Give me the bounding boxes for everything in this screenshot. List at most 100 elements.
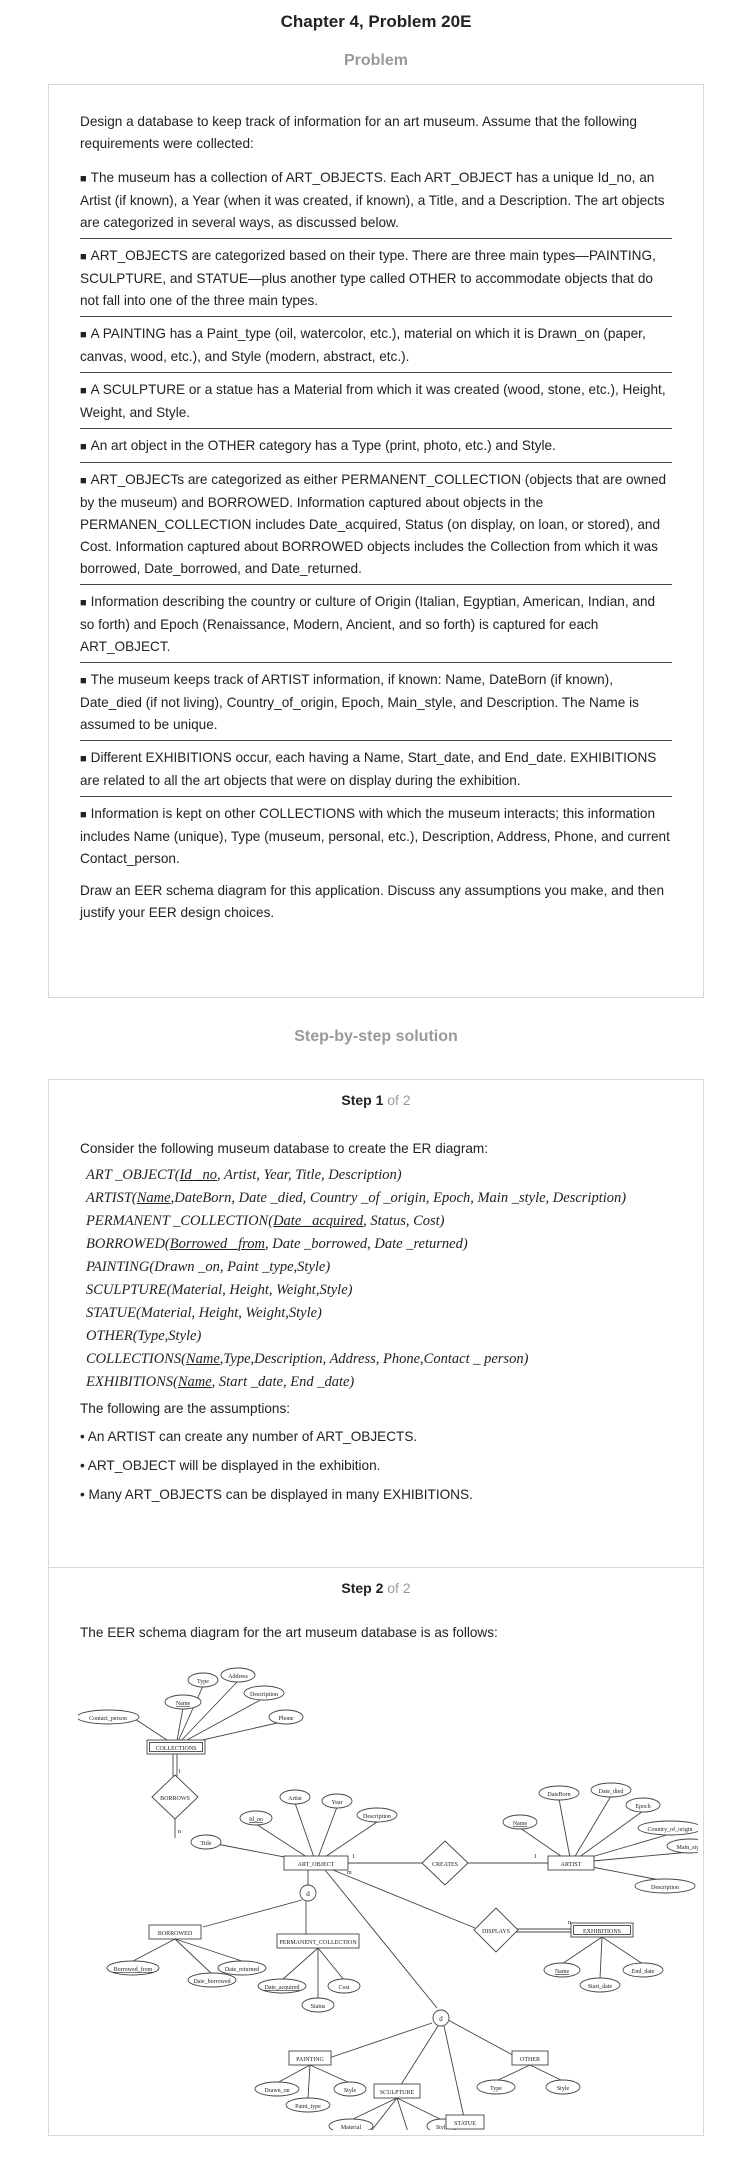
relation-text: ,DateBorn, Date _died, Country _of _orig… — [170, 1190, 627, 1206]
attribute-label: Style — [344, 2088, 357, 2094]
attribute-label: Type — [490, 2086, 502, 2092]
requirement-item: ■ ART_OBJECTS are categorized based on th… — [80, 239, 672, 317]
cardinality-label: m — [347, 1870, 352, 1876]
primary-key: Date _acquired — [273, 1213, 364, 1229]
requirement-item: ■ The museum keeps track of ARTIST inform… — [80, 663, 672, 741]
entity-label: OTHER — [520, 2057, 540, 2063]
relation-schema: PERMANENT _COLLECTION(Date _acquired, St… — [80, 1210, 672, 1233]
attribute-label: Description — [651, 1885, 679, 1891]
problem-card: Design a database to keep track of infor… — [48, 84, 704, 998]
primary-key: Name — [185, 1351, 220, 1367]
relation-text: PERMANENT _COLLECTION( — [86, 1213, 274, 1229]
requirements-list: ■ The museum has a collection of ART_OBJE… — [80, 161, 672, 874]
entity-label: ART_OBJECT — [298, 1862, 335, 1868]
solution-card: Step 1 of 2 Consider the following museu… — [48, 1079, 704, 2136]
requirement-text: ART_OBJECTS are categorized based on the… — [80, 248, 656, 308]
relation-schema: PAINTING(Drawn _on, Paint _type,Style) — [80, 1256, 672, 1279]
attribute-label: End_date — [632, 1969, 655, 1975]
attribute-label: Title — [200, 1841, 211, 1847]
primary-key: Borrowed _from — [169, 1236, 265, 1252]
relation-schema: ART _OBJECT(Id _no, Artist, Year, Title,… — [80, 1164, 672, 1187]
relation-schema: EXHIBITIONS(Name, Start _date, End _date… — [80, 1371, 672, 1394]
attribute-label: Country_of_origin — [648, 1826, 693, 1833]
assumptions-heading: The following are the assumptions: — [80, 1401, 291, 1416]
requirement-item: ■ Information describing the country or c… — [80, 585, 672, 663]
cardinality-label: 1 — [352, 1854, 355, 1860]
requirement-item: ■ Information is kept on other COLLECTION… — [80, 797, 672, 874]
relation-text: , Artist, Year, Title, Description) — [217, 1167, 402, 1183]
relation-text: COLLECTIONS( — [86, 1351, 186, 1367]
bullet-square-icon: ■ — [80, 809, 87, 821]
cardinality-label: 1 — [178, 1769, 181, 1775]
relation-text: , Date _borrowed, Date _returned) — [264, 1236, 468, 1252]
entity-label: COLLECTIONS — [156, 1746, 197, 1752]
step-1-label: Step 1 — [341, 1092, 384, 1108]
attribute-label: Type — [197, 1679, 209, 1685]
relation-text: ARTIST( — [86, 1190, 137, 1206]
bullet-square-icon: ■ — [80, 329, 87, 341]
relation-schema: STATUE(Material, Height, Weight,Style) — [80, 1302, 672, 1325]
cardinality-label: 1 — [534, 1854, 537, 1860]
cardinality-label: n — [178, 1829, 181, 1835]
relation-schema: COLLECTIONS(Name,Type,Description, Addre… — [80, 1348, 672, 1371]
attribute-label: Main_style — [677, 1845, 699, 1851]
attribute-label: Drawn_on — [264, 2088, 289, 2094]
requirement-text: The museum has a collection of ART_OBJEC… — [80, 170, 665, 230]
attribute-label: Year — [331, 1800, 342, 1806]
relation-text: ,Type,Description, Address, Phone,Contac… — [219, 1351, 529, 1367]
relation-text: BORROWED( — [86, 1236, 170, 1252]
bullet-square-icon: ■ — [80, 385, 87, 397]
disjoint-label: d — [439, 2015, 443, 2023]
cardinality-label: n — [568, 1920, 571, 1926]
entity-label: PERMANENT_COLLECTION — [279, 1940, 357, 1946]
attribute-label: Cost — [338, 1985, 349, 1991]
problem-heading: Problem — [343, 52, 408, 69]
problem-intro: Design a database to keep track of infor… — [80, 114, 637, 151]
requirement-text: Information describing the country or cu… — [80, 594, 656, 654]
attribute-label: Material — [341, 2125, 362, 2130]
attribute-label: Name — [555, 1969, 570, 1975]
requirement-item: ■ The museum has a collection of ART_OBJE… — [80, 161, 672, 239]
attribute-label: Name — [513, 1821, 528, 1827]
bullet-square-icon: ■ — [80, 597, 87, 609]
requirement-item: ■ An art object in the OTHER category has… — [80, 429, 672, 463]
attribute-label: Description — [250, 1692, 278, 1698]
assumptions-list: • An ARTIST can create any number of ART… — [80, 1422, 672, 1509]
step-1-intro: Consider the following museum database t… — [80, 1141, 489, 1156]
assumption-item: • An ARTIST can create any number of ART… — [80, 1429, 418, 1444]
attribute-label: Status — [311, 2004, 326, 2010]
bullet-square-icon: ■ — [80, 475, 87, 487]
bullet-square-icon: ■ — [80, 173, 87, 185]
relation-text: , Status, Cost) — [363, 1213, 445, 1229]
bullet-square-icon: ■ — [80, 251, 87, 263]
entity-label: ARTIST — [561, 1862, 582, 1868]
attribute-label: Phone — [279, 1716, 294, 1722]
attribute-label: Description — [363, 1814, 391, 1820]
relationship-label: BORROWS — [160, 1796, 190, 1802]
requirement-text: An art object in the OTHER category has … — [90, 438, 556, 453]
requirement-text: A SCULPTURE or a statue has a Material f… — [80, 382, 666, 420]
bullet-square-icon: ■ — [80, 675, 87, 687]
primary-key: Name — [136, 1190, 171, 1206]
relation-text: ART _OBJECT( — [86, 1167, 180, 1183]
step-2-of: of 2 — [387, 1580, 411, 1596]
requirement-item: ■ Different EXHIBITIONS occur, each havin… — [80, 741, 672, 797]
relation-schema: SCULPTURE(Material, Height, Weight,Style… — [80, 1279, 672, 1302]
step-2-heading: Step 2 of 2 — [80, 1580, 672, 1596]
relation-schema: OTHER(Type,Style) — [80, 1325, 672, 1348]
entity-label: EXHIBITIONS — [583, 1929, 621, 1935]
relation-schema: BORROWED(Borrowed _from, Date _borrowed,… — [80, 1233, 672, 1256]
entity-label: SCULPTURE — [380, 2090, 415, 2096]
relation-schema: ARTIST(Name,DateBorn, Date _died, Countr… — [80, 1187, 672, 1210]
attribute-label: DateBorn — [547, 1792, 570, 1798]
attribute-label: Date_died — [599, 1789, 624, 1795]
attribute-label: Address — [228, 1674, 248, 1680]
attribute-label: Style — [557, 2086, 570, 2092]
solution-heading: Step-by-step solution — [294, 1028, 458, 1045]
requirement-text: A PAINTING has a Paint_type (oil, waterc… — [80, 326, 646, 364]
assumption-item: • Many ART_OBJECTS can be displayed in m… — [80, 1487, 473, 1502]
attribute-label: Id_no — [249, 1817, 263, 1823]
disjoint-label: d — [306, 1890, 310, 1898]
relation-text: STATUE(Material, Height, Weight,Style) — [86, 1305, 322, 1321]
step-divider — [49, 1567, 703, 1568]
